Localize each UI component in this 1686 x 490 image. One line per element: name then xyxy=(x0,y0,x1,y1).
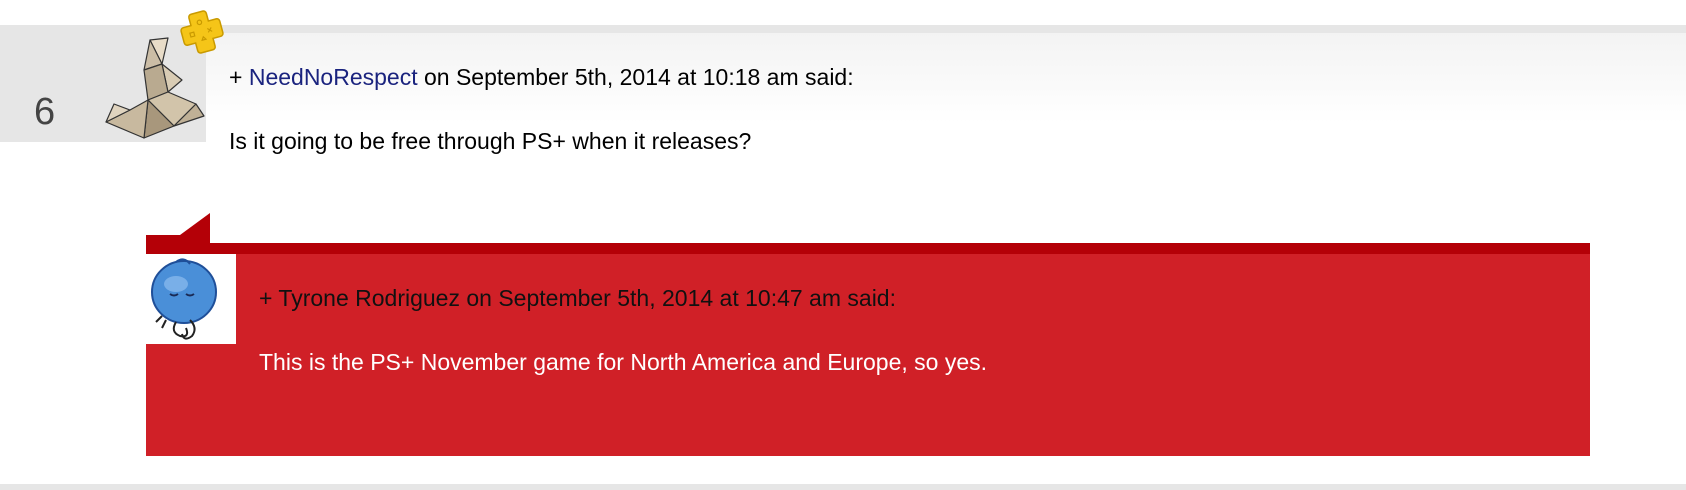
comment-body: Is it going to be free through PS+ when … xyxy=(229,128,752,154)
comment-author-link[interactable]: NeedNoRespect xyxy=(249,64,418,90)
reply-box: + Tyrone Rodriguez on September 5th, 201… xyxy=(146,243,1590,456)
reply-author[interactable]: Tyrone Rodriguez xyxy=(278,285,460,311)
reply-plus[interactable]: + xyxy=(259,285,272,311)
reply-meta: on September 5th, 2014 at 10:47 am said: xyxy=(466,285,896,311)
comment-header: + NeedNoRespect on September 5th, 2014 a… xyxy=(229,64,854,91)
top-divider xyxy=(0,25,1686,33)
reply-header: + Tyrone Rodriguez on September 5th, 201… xyxy=(259,285,896,312)
reply-pointer xyxy=(146,213,210,243)
ps-plus-icon xyxy=(180,10,224,54)
comment-plus[interactable]: + xyxy=(229,64,242,90)
bottom-divider xyxy=(0,484,1686,490)
blue-blob-character-icon[interactable] xyxy=(146,254,236,344)
comment-number: 6 xyxy=(34,91,56,133)
comment-meta: on September 5th, 2014 at 10:18 am said: xyxy=(423,64,854,90)
reply-body: This is the PS+ November game for North … xyxy=(259,349,988,375)
reply-top-strip xyxy=(146,243,1590,254)
